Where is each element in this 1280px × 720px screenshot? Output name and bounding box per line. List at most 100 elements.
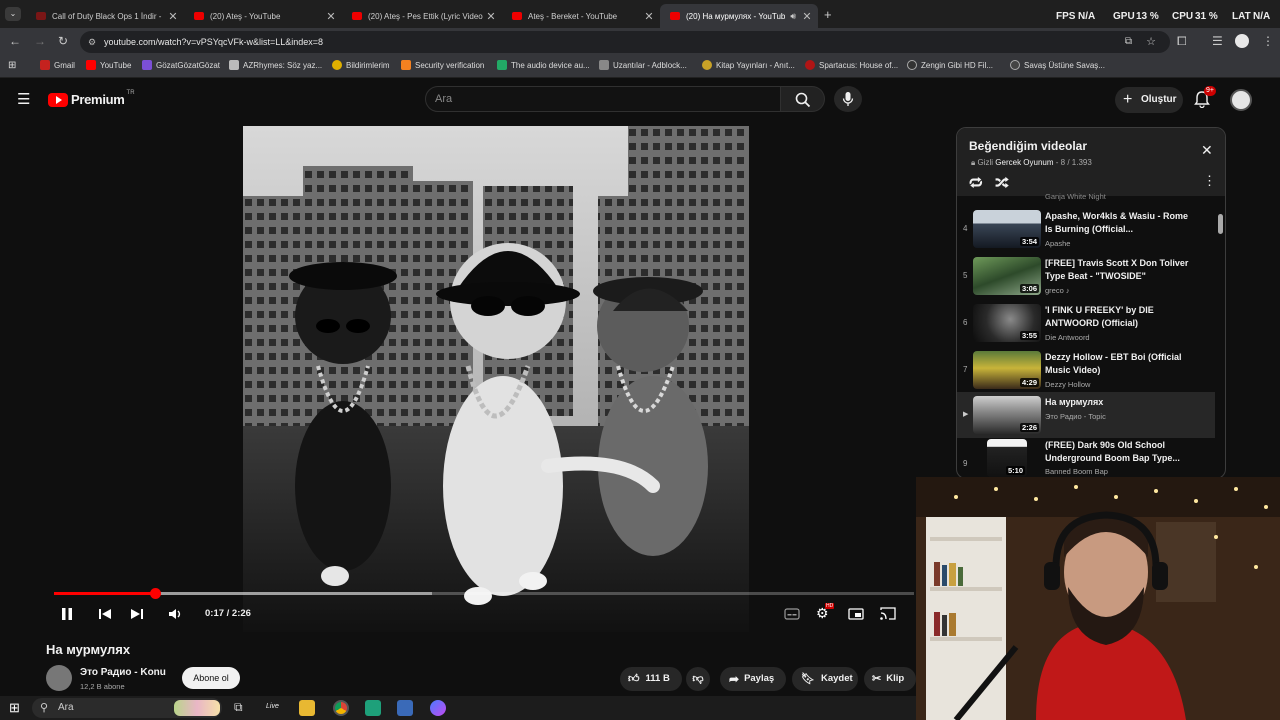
account-avatar[interactable] — [1230, 89, 1252, 111]
playlist-panel: Beğendiğim videolar 🔒︎ Gizli Gercek Oyun… — [956, 127, 1226, 479]
voice-search-button[interactable] — [834, 86, 862, 112]
youtube-icon — [86, 60, 96, 70]
taskbar-search[interactable]: ⚲ Ara — [32, 698, 222, 718]
bookmark-spartacus[interactable]: Spartacus: House of... — [805, 60, 898, 70]
tab-favicon — [36, 12, 46, 20]
hamburger-menu-icon[interactable]: ☰ — [17, 90, 30, 108]
bookmark-gozat[interactable]: GözatGözatGözat — [142, 60, 220, 70]
browser-menu-icon[interactable]: ⋮ — [1262, 34, 1274, 48]
bookmark-audio-device[interactable]: The audio device au... — [497, 60, 590, 70]
mute-button[interactable] — [168, 607, 182, 626]
playlist-title[interactable]: Beğendiğim videolar — [969, 139, 1087, 153]
bookmark-bildirimlerim[interactable]: Bildirimlerim — [332, 60, 390, 70]
previous-button[interactable] — [98, 607, 112, 626]
playlist-item[interactable]: 5 3:06 [FREE] Travis Scott X Don Toliver… — [957, 253, 1215, 299]
bookmark-security[interactable]: Security verification — [401, 60, 484, 70]
tab-close-icon[interactable]: ✕ — [484, 10, 498, 23]
bookmark-icon — [332, 60, 342, 70]
browser-tab[interactable]: Call of Duty Black Ops 1 İndir - ✕ — [26, 4, 184, 28]
bookmark-zengin[interactable]: Zengin Gibi HD Fil... — [907, 60, 993, 70]
close-icon[interactable]: ✕ — [1201, 142, 1213, 159]
subscribe-button[interactable]: Abone ol — [182, 667, 240, 689]
save-button[interactable]: 🔖︎ Kaydet — [792, 667, 858, 691]
site-info-icon[interactable]: ⚙ — [88, 31, 96, 53]
next-button[interactable] — [130, 607, 144, 626]
forward-icon[interactable]: → — [34, 34, 46, 48]
playlist-scrollbar[interactable] — [1218, 198, 1223, 478]
scrubber-handle[interactable] — [149, 588, 161, 599]
video-player[interactable] — [243, 126, 749, 632]
task-view-icon[interactable]: ⧉ — [234, 700, 243, 715]
browser-tab[interactable]: (20) Ateş - Pes Ettik (Lyric Video ✕ — [342, 4, 502, 28]
extensions-icon[interactable]: ⧠ — [1177, 34, 1187, 49]
browser-tab-active[interactable]: (20) На мурмулях - YouTub 🔊︎ ✕ — [660, 4, 818, 28]
tab-search-icon[interactable]: ⌄ — [5, 7, 21, 21]
share-label: Paylaş — [744, 673, 775, 684]
install-app-icon[interactable]: ⧉ — [1125, 31, 1132, 53]
pause-button[interactable] — [61, 607, 73, 626]
bookmark-star-icon[interactable]: ☆ — [1146, 31, 1156, 53]
bookmark-savas[interactable]: Savaş Üstüne Savaş... — [1010, 60, 1105, 70]
bookmark-youtube[interactable]: YouTube — [86, 60, 131, 70]
file-explorer-icon[interactable] — [299, 700, 315, 716]
item-title: 'I FINK U FREEKY' by DIE ANTWOORD (Offic… — [1045, 305, 1154, 328]
gpu-label: GPU — [1113, 11, 1135, 22]
tab-close-icon[interactable]: ✕ — [324, 10, 338, 23]
back-icon[interactable]: ← — [9, 34, 21, 48]
reading-list-icon[interactable]: ☰ — [1212, 34, 1223, 48]
create-button[interactable]: + Oluştur — [1115, 87, 1183, 113]
playlist-item[interactable]: 7 4:29 Dezzy Hollow - EBT Boi (Official … — [957, 347, 1215, 393]
like-button[interactable]: 👍︎ 111 B — [620, 667, 682, 691]
clip-button[interactable]: ✂ Klip — [864, 667, 916, 691]
playlist-item[interactable]: 4 3:54 Apashe, Wor4kls & Wasiu - Rome Is… — [957, 206, 1215, 252]
previous-icon — [99, 609, 111, 619]
playlist-item-current[interactable]: ▶ 2:26 На мурмулях Это Радио - Topic — [957, 392, 1215, 438]
loop-icon[interactable]: 🔁︎ — [969, 172, 983, 193]
youtube-header: ☰ Premium TR Ara + Oluştur 9+ — [0, 78, 1280, 122]
notifications-button[interactable]: 9+ — [1194, 86, 1216, 110]
youtube-favicon-icon — [194, 12, 204, 20]
playlist-item[interactable]: 9 5:10 (FREE) Dark 90s Old School Underg… — [957, 435, 1215, 478]
playlist-item[interactable]: 6 3:55 'I FINK U FREEKY' by DIE ANTWOORD… — [957, 300, 1215, 346]
browser-tab[interactable]: (20) Ateş - YouTube ✕ — [184, 4, 342, 28]
tab-close-icon[interactable]: ✕ — [166, 10, 180, 23]
settings-button[interactable]: ⚙ HD — [816, 603, 835, 623]
app-icon[interactable] — [365, 700, 381, 716]
bookmark-icon — [229, 60, 239, 70]
address-bar[interactable]: ⚙ youtube.com/watch?v=vPSYqcVFk-w&list=L… — [80, 31, 1170, 53]
channel-avatar[interactable] — [46, 665, 72, 691]
item-thumbnail: 3:54 — [973, 210, 1041, 248]
channel-name[interactable]: Это Радио - Konu — [80, 667, 166, 678]
dislike-button[interactable]: 👎︎ — [686, 667, 710, 691]
bookmark-kitap[interactable]: Kitap Yayınları - Anıt... — [702, 60, 795, 70]
tab-close-icon[interactable]: ✕ — [800, 10, 814, 23]
miniplayer-button[interactable] — [848, 607, 864, 625]
progress-bar[interactable] — [54, 588, 914, 599]
chrome-icon[interactable] — [333, 700, 349, 716]
speaker-icon[interactable]: 🔊︎ — [790, 11, 796, 22]
youtube-logo[interactable]: Premium TR — [48, 90, 135, 107]
bookmark-azrhymes[interactable]: AZRhymes: Söz yaz... — [229, 60, 322, 70]
volume-icon — [169, 609, 181, 619]
bookmark-uzantilar[interactable]: Uzantılar - Adblock... — [599, 60, 687, 70]
tab-close-icon[interactable]: ✕ — [642, 10, 656, 23]
live-app-icon[interactable]: Live — [266, 703, 279, 710]
playlist-owner[interactable]: Gercek Oyunum — [995, 158, 1053, 167]
shuffle-icon[interactable]: 🔀︎ — [995, 172, 1009, 193]
messenger-icon[interactable] — [430, 700, 446, 716]
playlist-position: - 8 / 1.393 — [1055, 158, 1092, 167]
start-icon[interactable]: ⊞ — [9, 700, 20, 716]
app-icon[interactable] — [397, 700, 413, 716]
profile-avatar[interactable] — [1235, 34, 1249, 48]
reload-icon[interactable]: ↻ — [58, 34, 68, 48]
cast-button[interactable] — [880, 607, 896, 625]
share-button[interactable]: ➦ Paylaş — [720, 667, 786, 691]
subtitles-button[interactable] — [784, 607, 800, 625]
apps-grid-icon[interactable]: ⊞ — [8, 60, 16, 71]
more-options-icon[interactable]: ⋮ — [1203, 173, 1216, 189]
search-button[interactable] — [781, 86, 825, 112]
new-tab-button[interactable]: + — [824, 7, 832, 22]
search-input[interactable]: Ara — [425, 86, 781, 112]
browser-tab[interactable]: Ateş - Bereket - YouTube ✕ — [502, 4, 660, 28]
bookmark-gmail[interactable]: Gmail — [40, 60, 75, 70]
